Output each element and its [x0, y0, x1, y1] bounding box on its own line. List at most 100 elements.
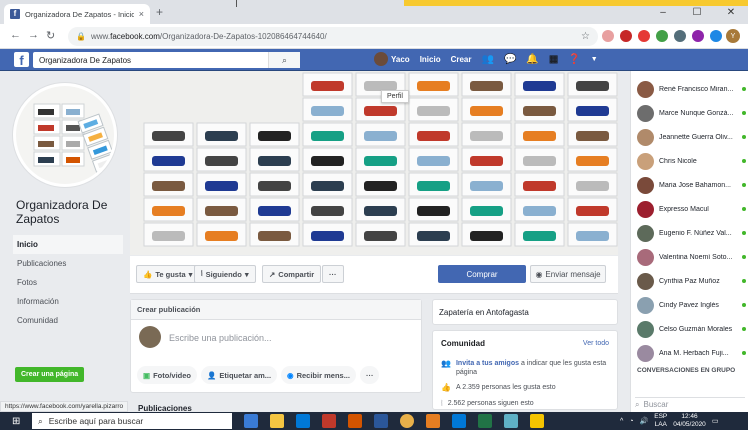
composer-more-button[interactable]: ···	[359, 366, 380, 384]
extension-icon[interactable]	[674, 30, 686, 42]
page-nav-posts[interactable]: Publicaciones	[13, 254, 123, 273]
extension-icon[interactable]	[620, 30, 632, 42]
url-input[interactable]: 🔒 www.facebook.com/Organizadora-De-Zapat…	[68, 27, 598, 46]
share-button[interactable]: ↗ Compartir	[262, 265, 322, 283]
extension-icon[interactable]	[638, 30, 650, 42]
get-messages-button[interactable]: ◉ Recibir mens...	[281, 366, 356, 384]
notifications-icon[interactable]: ▭	[712, 417, 719, 425]
follow-button[interactable]: ⦚ Siguiendo ▾	[194, 265, 256, 283]
chat-search-input[interactable]: ⌕ Buscar	[635, 397, 745, 411]
tab-close-icon[interactable]: ×	[139, 9, 144, 19]
pages-icon[interactable]: ▦	[549, 54, 558, 65]
page-nav-info[interactable]: Información	[13, 292, 123, 311]
post-composer-input[interactable]: Escribe una publicación...	[169, 333, 272, 343]
windows-start-icon[interactable]: ⊞	[12, 416, 20, 427]
new-tab-button[interactable]: +	[156, 5, 163, 19]
messenger-icon[interactable]: 💬	[504, 54, 516, 65]
page-profile-photo[interactable]	[13, 83, 117, 187]
minimize-button[interactable]: –	[646, 0, 680, 24]
app-icon[interactable]	[322, 414, 336, 428]
sticky-notes-icon[interactable]	[530, 414, 544, 428]
file-explorer-icon[interactable]	[270, 414, 284, 428]
chat-contact[interactable]: Expresso Macul	[631, 197, 748, 221]
wifi-icon[interactable]: ◔	[629, 418, 633, 425]
facebook-search-input[interactable]: Organizadora De Zapatos ⌕	[33, 52, 300, 68]
tag-friends-button[interactable]: 👤 Etiquetar am...	[201, 366, 278, 384]
like-button[interactable]: 👍 Te gusta ▾	[136, 265, 200, 283]
app-icon[interactable]	[348, 414, 362, 428]
create-page-button[interactable]: Crear una página	[15, 367, 85, 382]
invite-people-icon: 👥	[441, 359, 451, 368]
online-status-dot	[742, 183, 746, 187]
facebook-logo-icon[interactable]: f	[14, 52, 29, 67]
photo-video-button[interactable]: ▣ Foto/video	[137, 366, 198, 384]
chat-contact[interactable]: Ana M. Herbach Fuji...	[631, 341, 748, 365]
browser-tab[interactable]: f Organizadora De Zapatos - Inicio ×	[4, 4, 150, 24]
chrome-icon[interactable]	[400, 414, 414, 428]
page-nav-community[interactable]: Comunidad	[13, 311, 123, 330]
app-icon[interactable]	[504, 414, 518, 428]
word-icon[interactable]	[374, 414, 388, 428]
excel-icon[interactable]	[478, 414, 492, 428]
page-nav-home[interactable]: Inicio	[13, 235, 123, 254]
send-message-button[interactable]: ◉ Enviar mensaje	[530, 265, 606, 283]
chat-contact[interactable]: Marce Ñunque Gonzá...	[631, 101, 748, 125]
volume-icon[interactable]: 🔊	[640, 417, 649, 425]
chat-contact[interactable]: Celso Guzmán Morales	[631, 317, 748, 341]
extension-icon[interactable]	[656, 30, 668, 42]
firefox-icon[interactable]	[426, 414, 440, 428]
likes-count: A 2.359 personas les gusta esto	[455, 384, 556, 391]
contact-avatar	[637, 320, 654, 338]
search-icon[interactable]: ⌕	[268, 52, 300, 68]
nav-home[interactable]: Inicio	[420, 55, 441, 64]
extension-icon[interactable]	[602, 30, 614, 42]
clock[interactable]: 12:46 04/05/2020	[673, 413, 706, 429]
chat-sidebar: René Francisco Miran... Marce Ñunque Gonz…	[630, 71, 748, 412]
url-prefix: www.	[90, 32, 111, 41]
task-view-icon[interactable]	[244, 414, 258, 428]
facebook-top-bar: f Organizadora De Zapatos ⌕ Yaco Inicio …	[0, 49, 748, 71]
browser-profile-avatar[interactable]: Y	[726, 29, 740, 43]
language-indicator[interactable]: ESP LAA	[654, 413, 667, 429]
see-all-link[interactable]: Ver todo	[583, 340, 609, 347]
nav-profile[interactable]: Yaco	[374, 52, 410, 66]
contact-name: Valentina Noemí Soto...	[659, 253, 733, 261]
account-menu-icon[interactable]: ▼	[591, 56, 598, 63]
chat-contact[interactable]: Maria Jose Bahamon...	[631, 173, 748, 197]
more-options-button[interactable]: ···	[322, 265, 344, 283]
nav-create[interactable]: Crear	[451, 55, 472, 64]
chat-contact[interactable]: Valentina Noemí Soto...	[631, 245, 748, 269]
page-category[interactable]: Zapatería en Antofagasta	[432, 299, 618, 325]
url-text: www.facebook.com/Organizadora-De-Zapatos…	[91, 32, 576, 41]
chat-contact[interactable]: Jeannette Guerra Oliv...	[631, 125, 748, 149]
contact-avatar	[637, 152, 654, 170]
tray-chevron-icon[interactable]: ^	[620, 418, 623, 425]
invite-friends-link[interactable]: Invita a tus amigos	[456, 360, 519, 367]
forward-arrow-icon[interactable]: →	[28, 29, 39, 41]
help-icon[interactable]: ❓	[568, 54, 580, 65]
get-messages-label: Recibir mens...	[296, 370, 350, 380]
edge-icon[interactable]	[452, 414, 466, 428]
back-arrow-icon[interactable]: ←	[10, 29, 21, 41]
chat-contact[interactable]: René Francisco Miran...	[631, 77, 748, 101]
window-controls: – ☐ ✕	[646, 0, 748, 24]
bookmark-star-icon[interactable]: ☆	[581, 31, 590, 42]
contact-avatar	[637, 80, 654, 98]
maximize-button[interactable]: ☐	[680, 0, 714, 24]
chat-contact[interactable]: Chris Nicole	[631, 149, 748, 173]
extension-icon[interactable]	[710, 30, 722, 42]
chat-contact[interactable]: Eugenio F. Núñez Val...	[631, 221, 748, 245]
chat-contact[interactable]: Cynthia Paz Muñoz	[631, 269, 748, 293]
extension-icon[interactable]	[692, 30, 704, 42]
buy-button[interactable]: Comprar	[438, 265, 526, 283]
cover-photo[interactable]	[130, 71, 618, 255]
friends-icon[interactable]: 👥	[481, 54, 493, 65]
page-nav-photos[interactable]: Fotos	[13, 273, 123, 292]
reload-icon[interactable]: ↻	[46, 29, 55, 42]
chat-contact[interactable]: Cindy Pavez Inglés	[631, 293, 748, 317]
thumbs-up-icon: 👍	[441, 383, 451, 392]
taskbar-search-input[interactable]: ⌕ Escribe aquí para buscar	[32, 413, 232, 429]
notifications-icon[interactable]: 🔔	[526, 54, 538, 65]
close-window-button[interactable]: ✕	[714, 0, 748, 24]
store-icon[interactable]	[296, 414, 310, 428]
